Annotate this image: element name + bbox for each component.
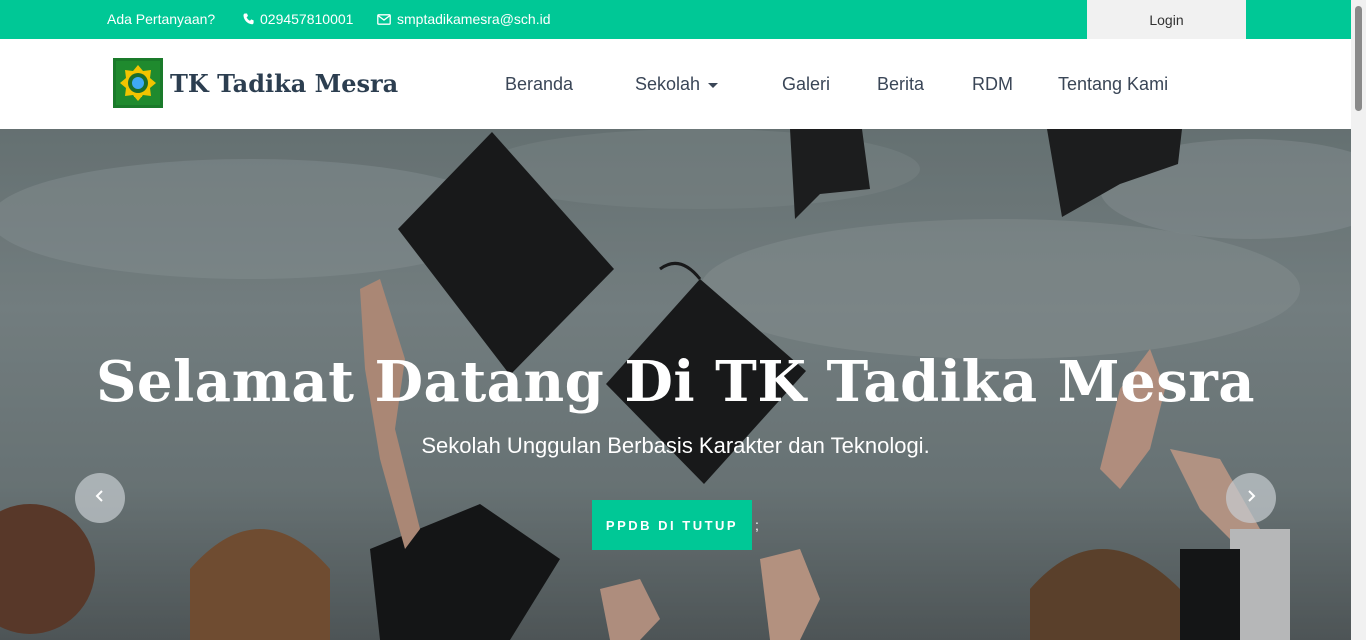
nav-sekolah-dropdown[interactable]: Sekolah — [635, 74, 719, 95]
trailing-semicolon: ; — [755, 517, 759, 533]
email-info[interactable]: smptadikamesra@sch.id — [377, 11, 551, 27]
nav-label: Beranda — [505, 74, 574, 94]
page-scrollbar[interactable] — [1351, 0, 1366, 640]
chevron-right-icon — [1245, 489, 1257, 508]
email-address: smptadikamesra@sch.id — [397, 11, 551, 27]
brand-link[interactable]: TK Tadika Mesra — [113, 58, 398, 108]
nav-rdm[interactable]: RDM — [972, 74, 1013, 95]
login-button[interactable]: Login — [1087, 0, 1246, 39]
school-logo — [113, 58, 163, 108]
caret-down-icon — [708, 83, 719, 88]
nav-label: Tentang Kami — [1058, 74, 1169, 94]
nav-galeri[interactable]: Galeri — [782, 74, 830, 95]
phone-icon — [243, 13, 254, 25]
carousel-prev-button[interactable] — [75, 473, 125, 523]
hero-carousel: Selamat Datang Di TK Tadika Mesra Sekola… — [0, 129, 1351, 640]
scrollbar-thumb[interactable] — [1355, 6, 1362, 111]
hero-title: Selamat Datang Di TK Tadika Mesra — [95, 349, 1256, 415]
phone-info[interactable]: 029457810001 — [243, 11, 353, 27]
main-navbar: TK Tadika Mesra Beranda Sekolah Galeri B… — [0, 39, 1351, 129]
nav-tentang-kami[interactable]: Tentang Kami — [1058, 74, 1168, 95]
hero-subtitle: Sekolah Unggulan Berbasis Karakter dan T… — [421, 433, 930, 458]
top-info-bar: Ada Pertanyaan? 029457810001 smptadikame… — [0, 0, 1351, 39]
ppdb-button[interactable]: PPDB DI TUTUP — [592, 500, 752, 550]
brand-name: TK Tadika Mesra — [170, 68, 399, 98]
nav-label: Galeri — [782, 74, 831, 94]
nav-label: Berita — [877, 74, 925, 94]
question-text: Ada Pertanyaan? — [107, 11, 215, 27]
nav-berita[interactable]: Berita — [877, 74, 924, 95]
question-label: Ada Pertanyaan? — [107, 11, 216, 27]
chevron-left-icon — [94, 489, 106, 508]
envelope-icon — [377, 13, 391, 25]
nav-label: RDM — [972, 74, 1013, 94]
phone-number: 029457810001 — [260, 11, 354, 27]
carousel-next-button[interactable] — [1226, 473, 1276, 523]
nav-label: Sekolah — [635, 74, 701, 94]
nav-beranda[interactable]: Beranda — [505, 74, 573, 95]
